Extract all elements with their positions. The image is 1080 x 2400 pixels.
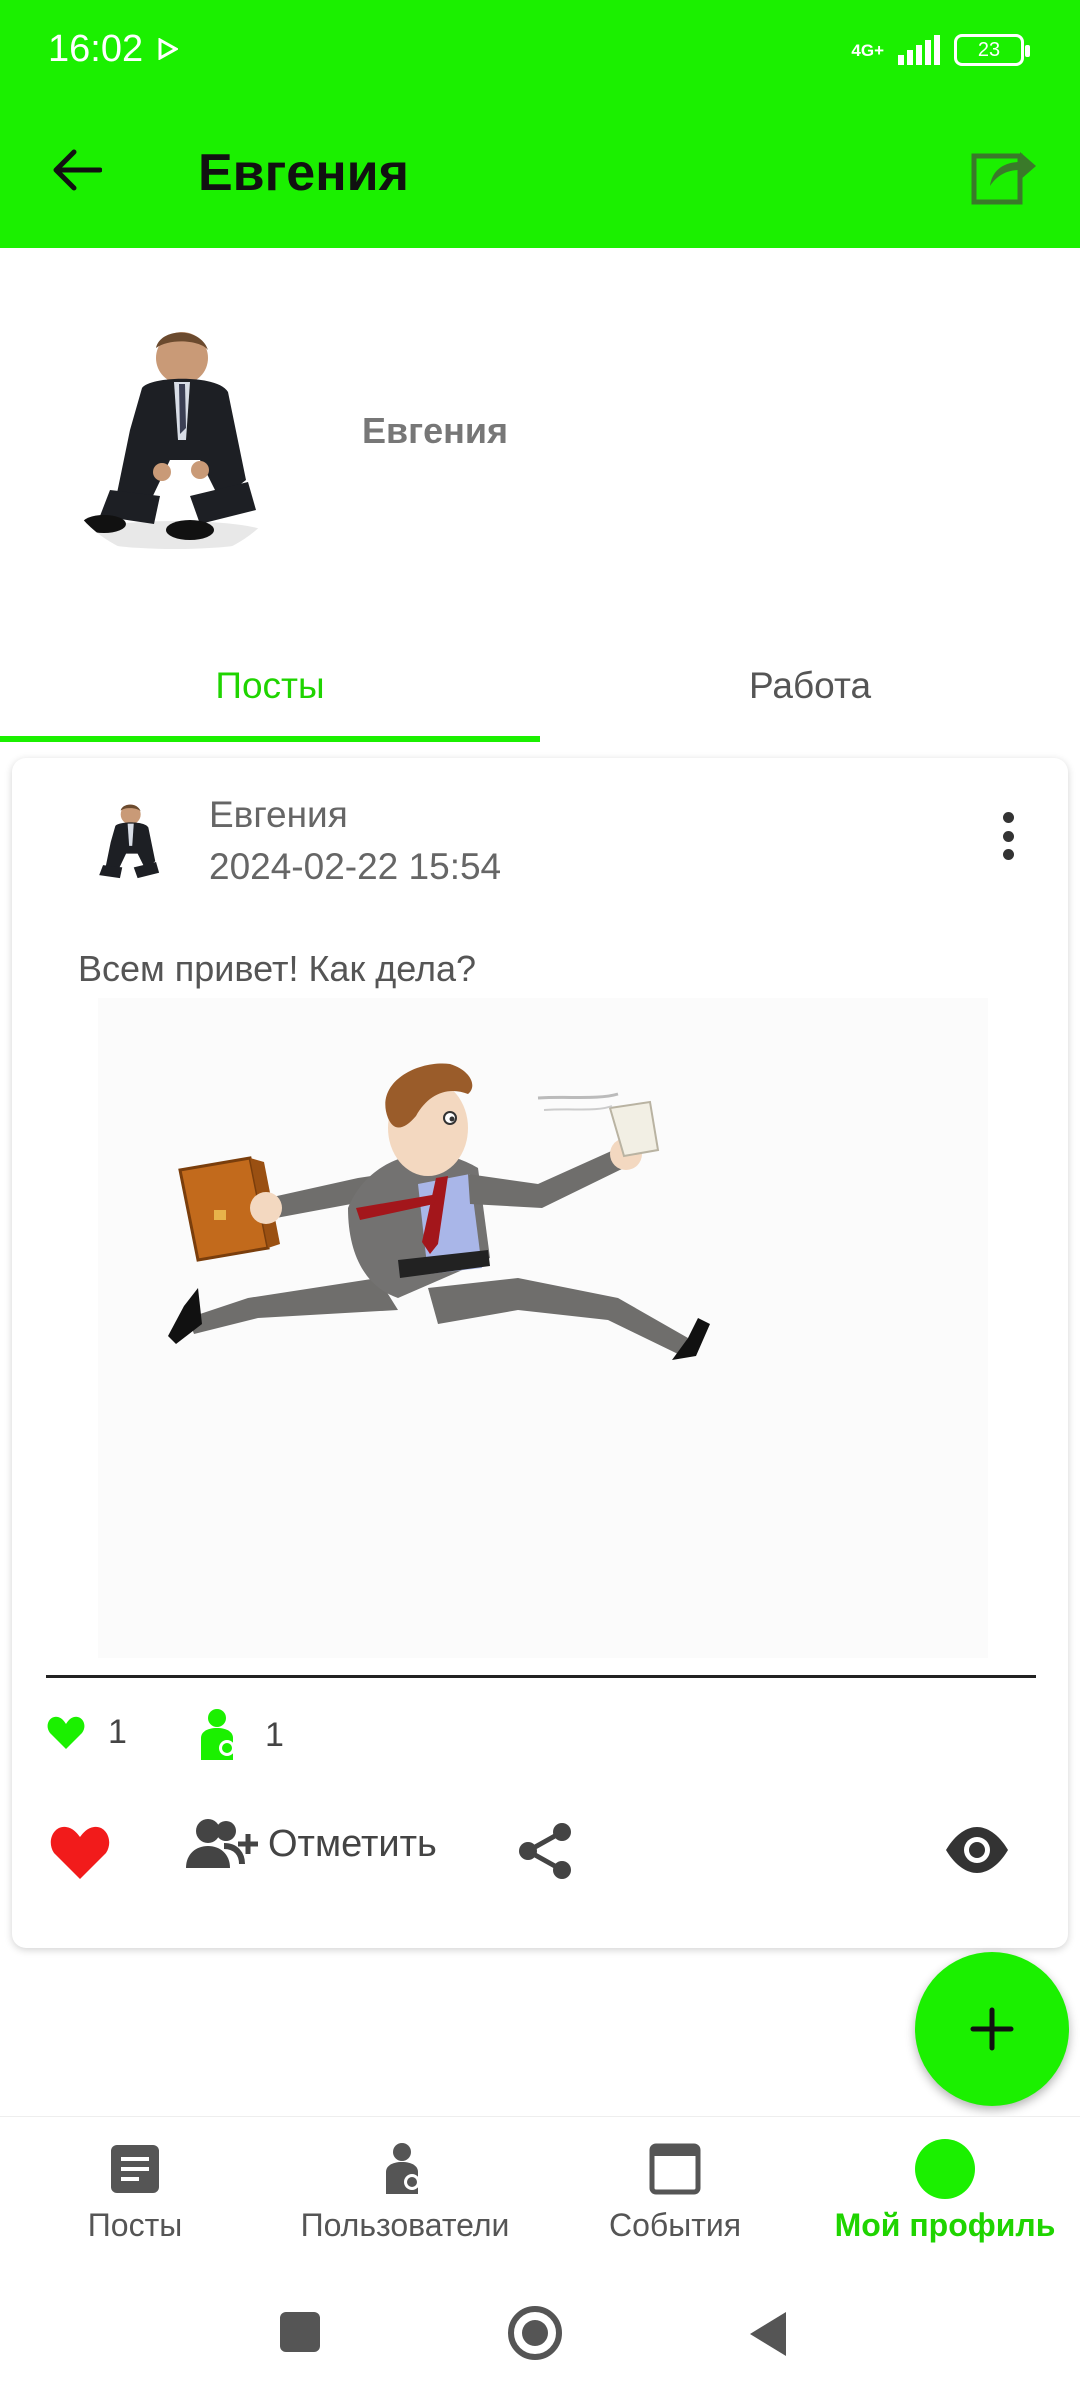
profile-name: Евгения — [362, 410, 509, 451]
post-text: Всем привет! Как дела? — [78, 948, 477, 989]
share-box-icon[interactable] — [968, 136, 1040, 208]
bottom-navigation: Посты Пользователи События Мой профиль — [0, 2116, 1080, 2276]
post-author-name[interactable]: Евгения — [209, 794, 348, 836]
marks-count: 1 — [265, 1715, 284, 1754]
status-time: 16:02 — [48, 28, 144, 70]
post-card: Евгения 2024-02-22 15:54 Всем привет! Ка… — [12, 758, 1068, 1948]
system-back-button[interactable] — [750, 2312, 786, 2356]
back-button[interactable] — [44, 138, 108, 202]
calendar-window-icon — [645, 2139, 705, 2199]
running-businessman-illustration — [98, 998, 988, 1658]
profile-tabs: Посты Работа — [0, 630, 1080, 742]
tab-posts[interactable]: Посты — [0, 630, 540, 742]
nav-item-posts[interactable]: Посты — [0, 2117, 270, 2277]
mark-label: Отметить — [268, 1822, 437, 1865]
page-title: Евгения — [198, 144, 409, 202]
user-icon — [201, 1709, 235, 1760]
plus-icon — [970, 2007, 1014, 2051]
play-indicator-icon — [158, 38, 178, 60]
post-image[interactable] — [98, 998, 988, 1658]
profile-avatar — [50, 310, 300, 560]
share-icon[interactable] — [514, 1820, 576, 1882]
system-navigation — [0, 2276, 1080, 2400]
status-indicators: 4G+ 23 — [851, 34, 1030, 66]
signal-icon — [898, 35, 940, 65]
post-divider — [46, 1675, 1036, 1678]
user-icon — [375, 2139, 435, 2199]
man-sitting-photo — [80, 796, 176, 892]
battery-icon: 23 — [954, 34, 1030, 66]
top-bar: 16:02 4G+ 23 Евгения — [0, 0, 1080, 248]
recents-button[interactable] — [280, 2312, 320, 2352]
nav-label-my-profile: Мой профиль — [834, 2207, 1056, 2243]
mark-button[interactable]: Отметить — [184, 1816, 437, 1872]
likes-stat: 1 — [46, 1713, 127, 1752]
person-add-icon — [186, 1819, 258, 1868]
profile-dot-icon — [915, 2139, 975, 2199]
add-post-button[interactable] — [915, 1952, 1069, 2106]
nav-label-posts: Посты — [87, 2207, 183, 2243]
home-button[interactable] — [508, 2306, 562, 2360]
marks-stat: 1 — [197, 1708, 284, 1762]
post-author-avatar[interactable] — [80, 796, 176, 892]
nav-item-users[interactable]: Пользователи — [270, 2117, 540, 2277]
likes-count: 1 — [108, 1713, 127, 1751]
like-button[interactable] — [48, 1823, 112, 1883]
tab-work[interactable]: Работа — [540, 630, 1080, 742]
more-vert-icon[interactable] — [988, 806, 1028, 866]
heart-icon — [47, 1716, 85, 1749]
nav-label-events: События — [608, 2207, 742, 2243]
post-date: 2024-02-22 15:54 — [209, 846, 502, 887]
nav-item-events[interactable]: События — [540, 2117, 810, 2277]
eye-icon[interactable] — [944, 1825, 1010, 1875]
man-sitting-photo — [80, 332, 270, 549]
battery-level: 23 — [977, 38, 1001, 61]
arrow-left-icon — [53, 149, 102, 191]
nav-item-my-profile[interactable]: Мой профиль — [810, 2117, 1080, 2277]
article-icon — [105, 2139, 165, 2199]
nav-label-users: Пользователи — [300, 2207, 510, 2243]
network-type: 4G+ — [851, 40, 884, 60]
